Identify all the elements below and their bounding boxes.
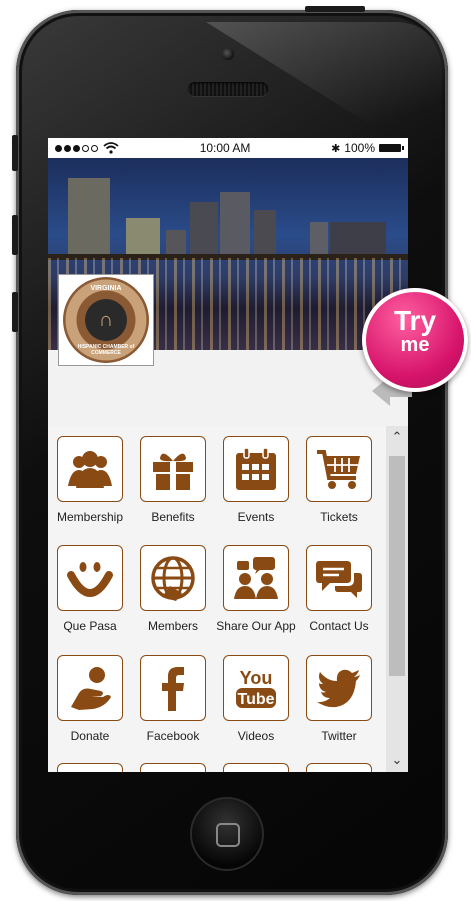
skyline-building bbox=[254, 210, 276, 258]
tile-tickets[interactable]: Tickets bbox=[297, 436, 381, 524]
wifi-icon bbox=[103, 142, 119, 154]
tile-que-pasa-box[interactable] bbox=[57, 545, 123, 611]
donate-hand-icon bbox=[71, 667, 111, 710]
try-me-badge[interactable]: Try me bbox=[362, 288, 468, 392]
tile-members[interactable]: Members bbox=[131, 545, 215, 633]
tile-label: Facebook bbox=[146, 729, 200, 743]
tile-twitter-box[interactable] bbox=[306, 655, 372, 721]
tile-contact-us[interactable]: Contact Us bbox=[297, 545, 381, 633]
skyline-building bbox=[126, 218, 160, 258]
tile-donate-box[interactable] bbox=[57, 655, 123, 721]
status-bar: 10:00 AM ✱ 100% bbox=[48, 138, 408, 158]
tile-label: Membership bbox=[56, 510, 124, 524]
scroll-down-arrow-icon[interactable]: ⌄ bbox=[386, 752, 408, 768]
tile-facebook-box[interactable] bbox=[140, 655, 206, 721]
tile-tickets-box[interactable] bbox=[306, 436, 372, 502]
tile-label: Twitter bbox=[321, 729, 357, 743]
volume-up-button bbox=[12, 215, 18, 255]
tile-partial[interactable] bbox=[140, 763, 206, 772]
volume-down-button bbox=[12, 292, 18, 332]
seal-text-top: VIRGINIA bbox=[90, 285, 122, 292]
try-me-line2: me bbox=[400, 334, 430, 356]
scroll-up-arrow-icon[interactable]: ⌃ bbox=[386, 429, 408, 445]
tile-videos[interactable]: You Tube Videos bbox=[214, 655, 298, 743]
tile-label: Share Our App bbox=[216, 619, 296, 633]
svg-text:Tube: Tube bbox=[237, 691, 274, 708]
twitter-icon bbox=[317, 669, 360, 708]
tile-que-pasa[interactable]: Que Pasa bbox=[48, 545, 132, 633]
bridge-emblem-icon: ∩ bbox=[85, 299, 127, 341]
tile-label: Events bbox=[237, 510, 275, 524]
tile-label: Donate bbox=[70, 729, 110, 743]
tile-donate[interactable]: Donate bbox=[48, 655, 132, 743]
tile-label: Que Pasa bbox=[63, 619, 117, 633]
battery-icon bbox=[379, 144, 404, 152]
scroll-thumb[interactable] bbox=[389, 456, 405, 676]
signal-dot-empty-icon bbox=[82, 144, 89, 152]
cart-icon bbox=[317, 450, 360, 489]
chat-bubbles-icon bbox=[316, 561, 362, 598]
power-button bbox=[305, 6, 365, 12]
youtube-icon: You Tube bbox=[236, 668, 276, 708]
signal-dot-icon bbox=[55, 144, 62, 152]
tile-members-box[interactable] bbox=[140, 545, 206, 611]
try-me-line1: Try bbox=[393, 305, 437, 336]
front-camera bbox=[222, 48, 234, 60]
menu-grid: Membership Benefits Events Tickets Que P… bbox=[48, 426, 408, 772]
tile-benefits-box[interactable] bbox=[140, 436, 206, 502]
tile-label: Tickets bbox=[320, 510, 358, 524]
signal-dot-icon bbox=[64, 144, 71, 152]
skyline-building bbox=[220, 192, 250, 258]
tile-partial[interactable] bbox=[57, 763, 123, 772]
tile-benefits[interactable]: Benefits bbox=[131, 436, 215, 524]
home-button[interactable] bbox=[190, 797, 264, 871]
chamber-logo: VIRGINIA ∩ HISPANIC CHAMBER of COMMERCE bbox=[58, 274, 154, 366]
skyline-building bbox=[310, 222, 328, 258]
signal-dot-icon bbox=[73, 144, 80, 152]
facebook-icon bbox=[162, 667, 184, 711]
tile-videos-box[interactable]: You Tube bbox=[223, 655, 289, 721]
tile-partial[interactable] bbox=[306, 763, 372, 772]
tile-events-box[interactable] bbox=[223, 436, 289, 502]
share-people-icon bbox=[234, 557, 278, 599]
signal-dot-empty-icon bbox=[91, 144, 98, 152]
calendar-icon bbox=[236, 447, 276, 490]
battery-percent: 100% bbox=[344, 141, 375, 155]
tile-label: Contact Us bbox=[309, 619, 369, 633]
tile-share-our-app-box[interactable] bbox=[223, 545, 289, 611]
svg-text:You: You bbox=[240, 668, 273, 688]
tile-membership[interactable]: Membership bbox=[48, 436, 132, 524]
tile-events[interactable]: Events bbox=[214, 436, 298, 524]
tile-twitter[interactable]: Twitter bbox=[297, 655, 381, 743]
seal-text-bottom: HISPANIC CHAMBER of COMMERCE bbox=[77, 344, 135, 356]
app-screen: 10:00 AM ✱ 100% VIRGINIA ∩ HISPANIC CHAM… bbox=[48, 138, 408, 772]
smile-icon bbox=[67, 562, 113, 597]
tile-label: Members bbox=[147, 619, 198, 633]
tile-label: Benefits bbox=[151, 510, 195, 524]
earpiece-speaker bbox=[188, 82, 268, 96]
mute-switch bbox=[12, 135, 18, 171]
tile-partial[interactable] bbox=[223, 763, 289, 772]
skyline-building bbox=[330, 222, 386, 258]
chamber-seal: VIRGINIA ∩ HISPANIC CHAMBER of COMMERCE bbox=[63, 277, 149, 363]
members-group-icon bbox=[68, 451, 112, 488]
tile-contact-us-box[interactable] bbox=[306, 545, 372, 611]
skyline-building bbox=[190, 202, 218, 258]
bluetooth-icon: ✱ bbox=[331, 142, 341, 155]
tile-facebook[interactable]: Facebook bbox=[131, 655, 215, 743]
signal-indicator bbox=[55, 142, 119, 154]
status-time: 10:00 AM bbox=[199, 141, 251, 155]
tile-membership-box[interactable] bbox=[57, 436, 123, 502]
scrollbar[interactable]: ⌃ ⌄ bbox=[386, 426, 408, 772]
skyline-building bbox=[68, 178, 110, 258]
tile-label: Videos bbox=[237, 729, 275, 743]
tile-share-our-app[interactable]: Share Our App bbox=[214, 545, 298, 633]
gift-icon bbox=[153, 453, 193, 490]
globe-icon bbox=[151, 556, 195, 601]
